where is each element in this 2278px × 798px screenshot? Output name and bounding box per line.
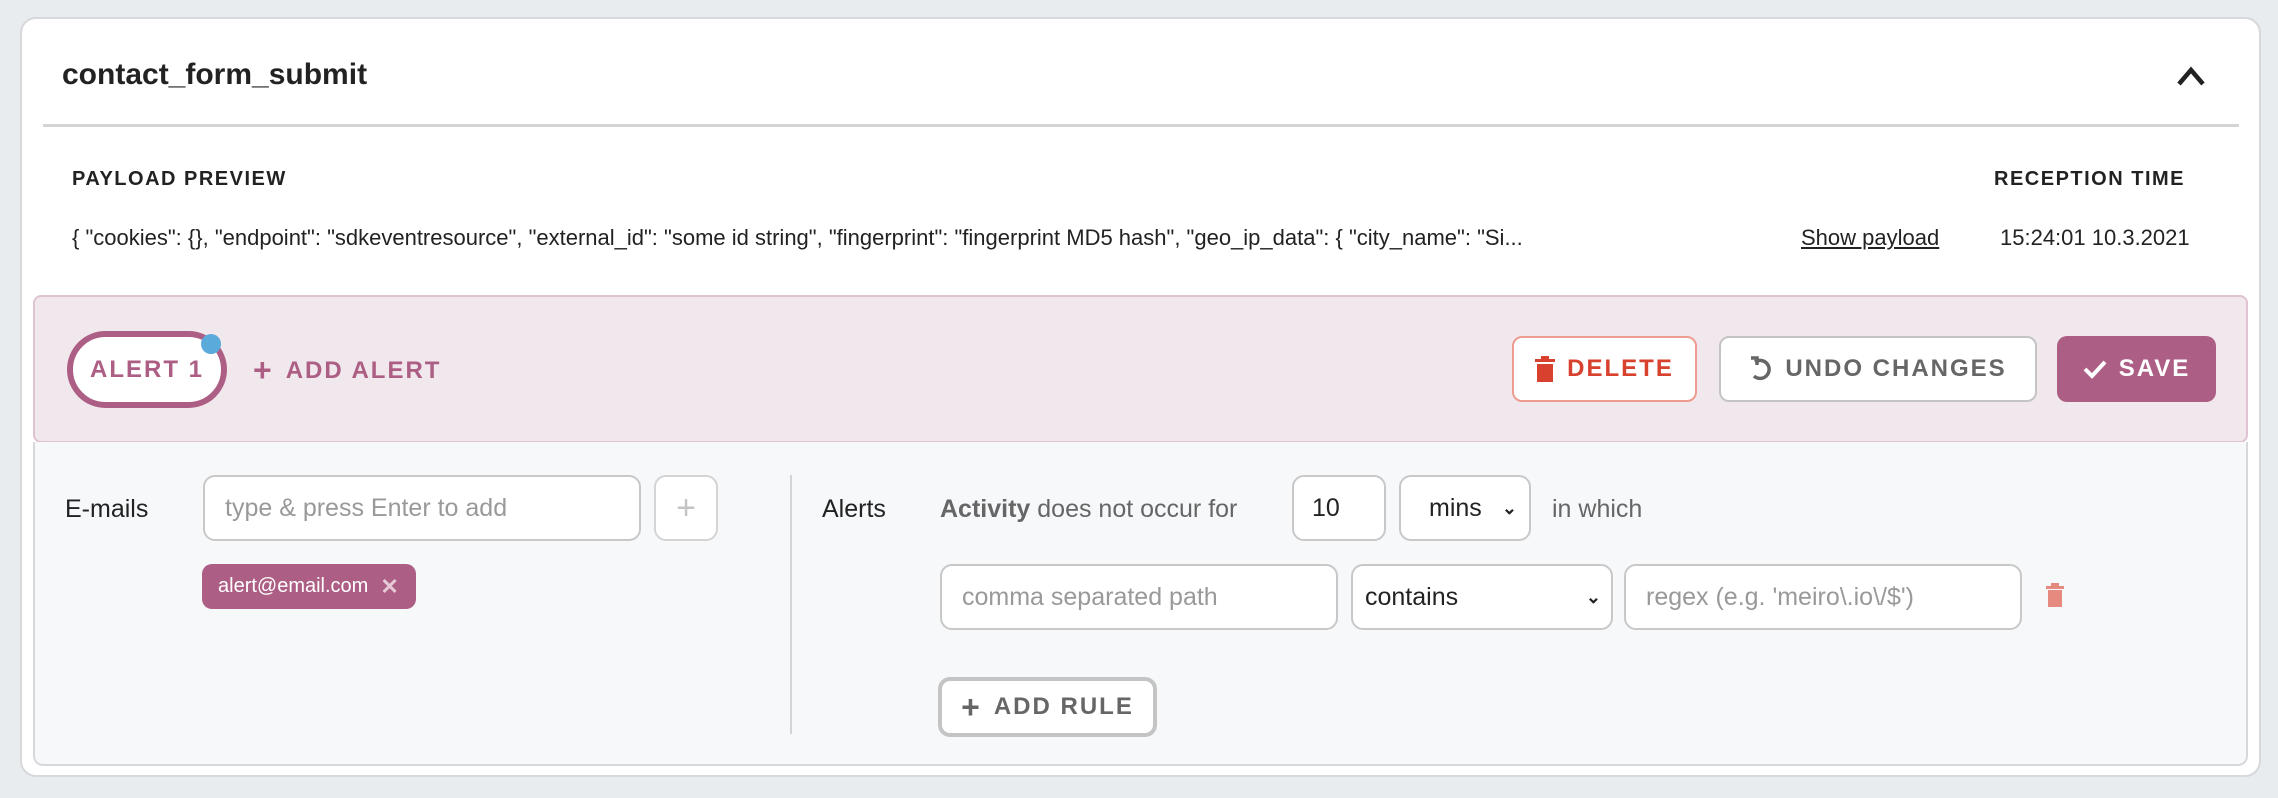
payload-preview-text: { "cookies": {}, "endpoint": "sdkeventre…	[72, 225, 1523, 250]
activity-label: Activity	[940, 495, 1031, 523]
path-placeholder: comma separated path	[962, 582, 1218, 611]
add-rule-label: ADD RULE	[993, 693, 1134, 720]
chevron-up-icon[interactable]	[2174, 60, 2208, 90]
reception-time: 15:24:01 10.3.2021	[2000, 225, 2190, 250]
email-placeholder: type & press Enter to add	[225, 493, 508, 522]
unsaved-indicator	[201, 334, 221, 354]
operator-value: contains	[1365, 582, 1459, 611]
condition-text: does not occur for	[1037, 495, 1238, 523]
chevron-down-icon: ⌄	[1501, 497, 1517, 518]
email-tag-label: alert@email.com	[218, 575, 369, 597]
show-payload-link[interactable]: Show payload	[1801, 225, 1939, 251]
operator-select[interactable]: contains ⌄	[1351, 564, 1613, 630]
payload-preview-header: PAYLOAD PREVIEW	[72, 168, 287, 190]
plus-icon: +	[961, 688, 982, 725]
check-icon	[2083, 360, 2107, 379]
unit-value: mins	[1429, 493, 1482, 522]
alerts-label: Alerts	[822, 495, 886, 523]
in-which-text: in which	[1552, 495, 1643, 523]
save-button[interactable]: SAVE	[2057, 336, 2216, 402]
event-title: contact_form_submit	[62, 58, 368, 91]
emails-label: E-mails	[65, 495, 149, 523]
email-tag: alert@email.com ✕	[202, 564, 416, 609]
regex-input[interactable]: regex (e.g. 'meiro\.io\/$')	[1624, 564, 2022, 630]
add-alert-label: ADD ALERT	[285, 356, 442, 384]
undo-icon	[1751, 356, 1772, 381]
add-alert-button[interactable]: + ADD ALERT	[253, 352, 441, 389]
delete-label: DELETE	[1567, 355, 1674, 382]
add-rule-button[interactable]: + ADD RULE	[938, 677, 1157, 737]
regex-placeholder: regex (e.g. 'meiro\.io\/$')	[1646, 582, 1914, 611]
undo-label: UNDO CHANGES	[1785, 355, 2007, 382]
path-input[interactable]: comma separated path	[940, 564, 1338, 630]
plus-icon: +	[253, 352, 274, 388]
chevron-down-icon: ⌄	[1585, 586, 1601, 607]
remove-tag-icon[interactable]: ✕	[380, 574, 398, 600]
condition-sentence: Activity does not occur for	[940, 495, 1237, 524]
delete-button[interactable]: DELETE	[1512, 336, 1697, 402]
trash-icon	[1535, 356, 1556, 382]
reception-time-header: RECEPTION TIME	[1994, 168, 2186, 190]
tab-label: ALERT 1	[89, 355, 204, 383]
duration-input[interactable]: 10	[1292, 475, 1386, 541]
duration-unit-select[interactable]: mins ⌄	[1399, 475, 1531, 541]
section-divider	[790, 475, 792, 734]
save-label: SAVE	[2118, 355, 2191, 382]
email-input[interactable]: type & press Enter to add	[203, 475, 641, 541]
undo-changes-button[interactable]: UNDO CHANGES	[1719, 336, 2037, 402]
delete-rule-trash-icon[interactable]	[2046, 583, 2064, 607]
divider	[43, 124, 2239, 127]
add-email-button[interactable]: +	[654, 475, 718, 541]
